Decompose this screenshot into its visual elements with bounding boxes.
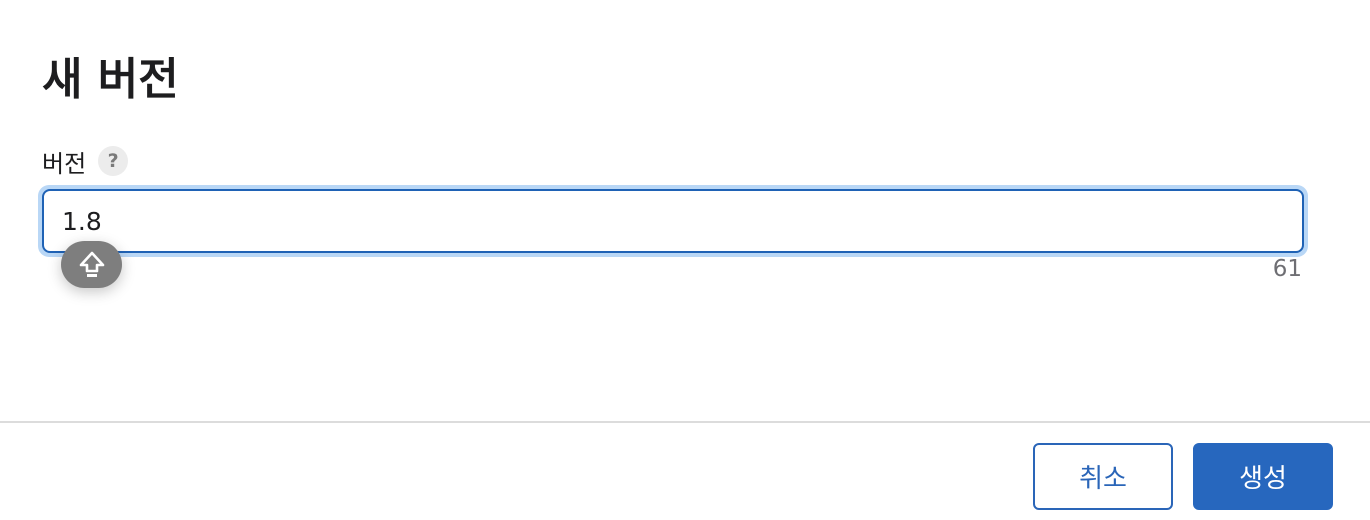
create-button[interactable]: 생성 xyxy=(1193,443,1333,510)
help-icon[interactable]: ? xyxy=(98,146,129,176)
character-count: 61 xyxy=(1272,256,1302,282)
version-field-label: 버전 xyxy=(42,149,87,178)
caps-lock-indicator xyxy=(61,241,122,288)
version-field-label-row: 버전 ? xyxy=(42,144,129,178)
footer-divider xyxy=(0,421,1370,423)
caps-lock-icon xyxy=(79,251,104,277)
version-input-focus-ring xyxy=(38,185,1308,257)
cancel-button[interactable]: 취소 xyxy=(1033,443,1173,510)
version-input[interactable] xyxy=(42,189,1304,253)
dialog-title: 새 버전 xyxy=(42,54,179,105)
new-version-dialog: 새 버전 버전 ? 61 취소 생성 xyxy=(0,0,1370,520)
